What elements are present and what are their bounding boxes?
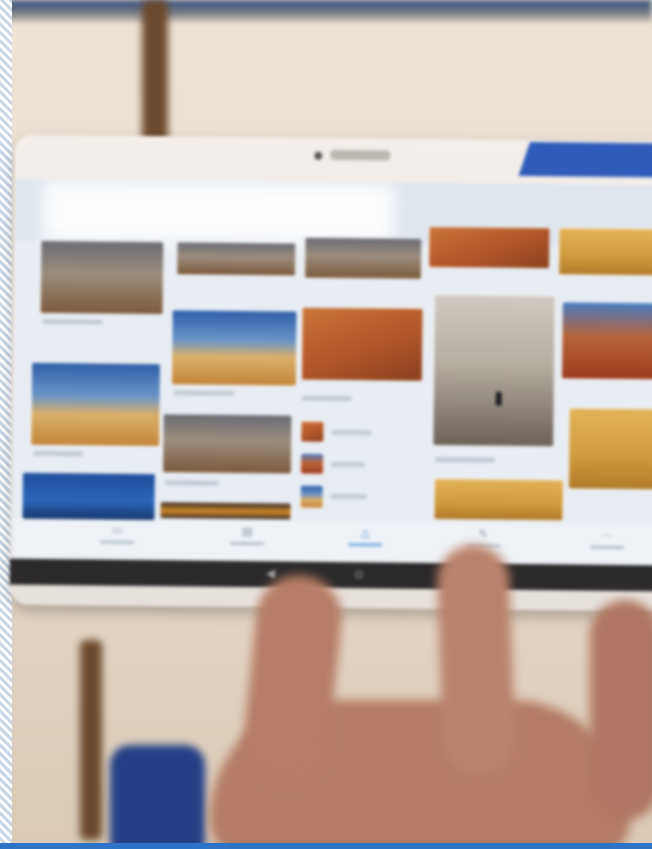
image-border (0, 0, 12, 849)
sleeve (110, 745, 205, 849)
album-thumbnail[interactable] (300, 485, 323, 508)
album-thumbnail[interactable] (301, 421, 324, 442)
back-icon[interactable]: ◀ (266, 566, 275, 580)
photo-scene: ▭ ▤ △ ✎ ⋯ ◀ ⊙ (0, 0, 652, 849)
photo-thumbnail-selected[interactable] (433, 295, 555, 447)
middle-finger (436, 543, 516, 777)
photo-caption (164, 480, 219, 486)
brand-logo (330, 149, 391, 161)
photo-thumbnail[interactable] (559, 228, 652, 276)
album-icon: ▤ (242, 525, 253, 539)
photo-thumbnail[interactable] (434, 479, 563, 521)
photo-thumbnail[interactable] (40, 240, 164, 315)
photo-thumbnail[interactable] (31, 362, 161, 447)
nav-more[interactable]: ⋯ (572, 528, 642, 559)
tablet-case-edge (518, 142, 652, 178)
more-icon: ⋯ (601, 528, 613, 542)
image-border (0, 843, 652, 849)
photo-thumbnail[interactable] (301, 307, 423, 381)
bottom-navigation: ▭ ▤ △ ✎ ⋯ (12, 518, 652, 566)
album-thumbnail[interactable] (300, 453, 324, 474)
photo-thumbnail[interactable] (304, 237, 422, 279)
camera-icon (314, 151, 323, 160)
photo-caption (42, 318, 103, 325)
home-icon[interactable]: ⊙ (354, 567, 364, 581)
screen-glare (43, 180, 394, 245)
person-silhouette (495, 391, 502, 406)
album-title (330, 493, 367, 500)
photo-thumbnail[interactable] (177, 242, 296, 276)
nav-photos[interactable]: ▭ (82, 523, 152, 554)
nav-label (590, 545, 625, 550)
nav-label (230, 541, 265, 546)
nav-label (100, 540, 135, 544)
table-leg (142, 0, 168, 145)
edit-icon: ✎ (478, 527, 488, 541)
album-title (331, 429, 372, 436)
photo-thumbnail[interactable] (22, 472, 155, 521)
nav-label (348, 543, 383, 547)
photo-caption (173, 390, 234, 396)
photo-thumbnail[interactable] (162, 414, 292, 474)
tablet-screen: ▭ ▤ △ ✎ ⋯ (12, 178, 652, 566)
table-leg (80, 640, 102, 840)
photo-thumbnail[interactable] (160, 502, 291, 520)
photo-thumbnail[interactable] (429, 226, 550, 269)
album-title (331, 461, 366, 468)
photo-caption (435, 457, 496, 463)
nav-albums[interactable]: ▤ (212, 525, 282, 556)
map-icon: △ (361, 526, 370, 540)
photo-icon: ▭ (112, 523, 123, 537)
system-navigation-bar: ◀ ⊙ (9, 558, 652, 592)
section-heading (301, 395, 352, 402)
photo-caption (33, 450, 84, 457)
nav-places[interactable]: △ (330, 526, 400, 557)
photo-thumbnail[interactable] (568, 408, 652, 490)
ring-finger (590, 600, 652, 820)
photo-thumbnail[interactable] (561, 302, 652, 380)
desk-background (0, 0, 652, 22)
tablet-device: ▭ ▤ △ ✎ ⋯ ◀ ⊙ (9, 134, 652, 612)
photo-thumbnail[interactable] (171, 310, 297, 386)
